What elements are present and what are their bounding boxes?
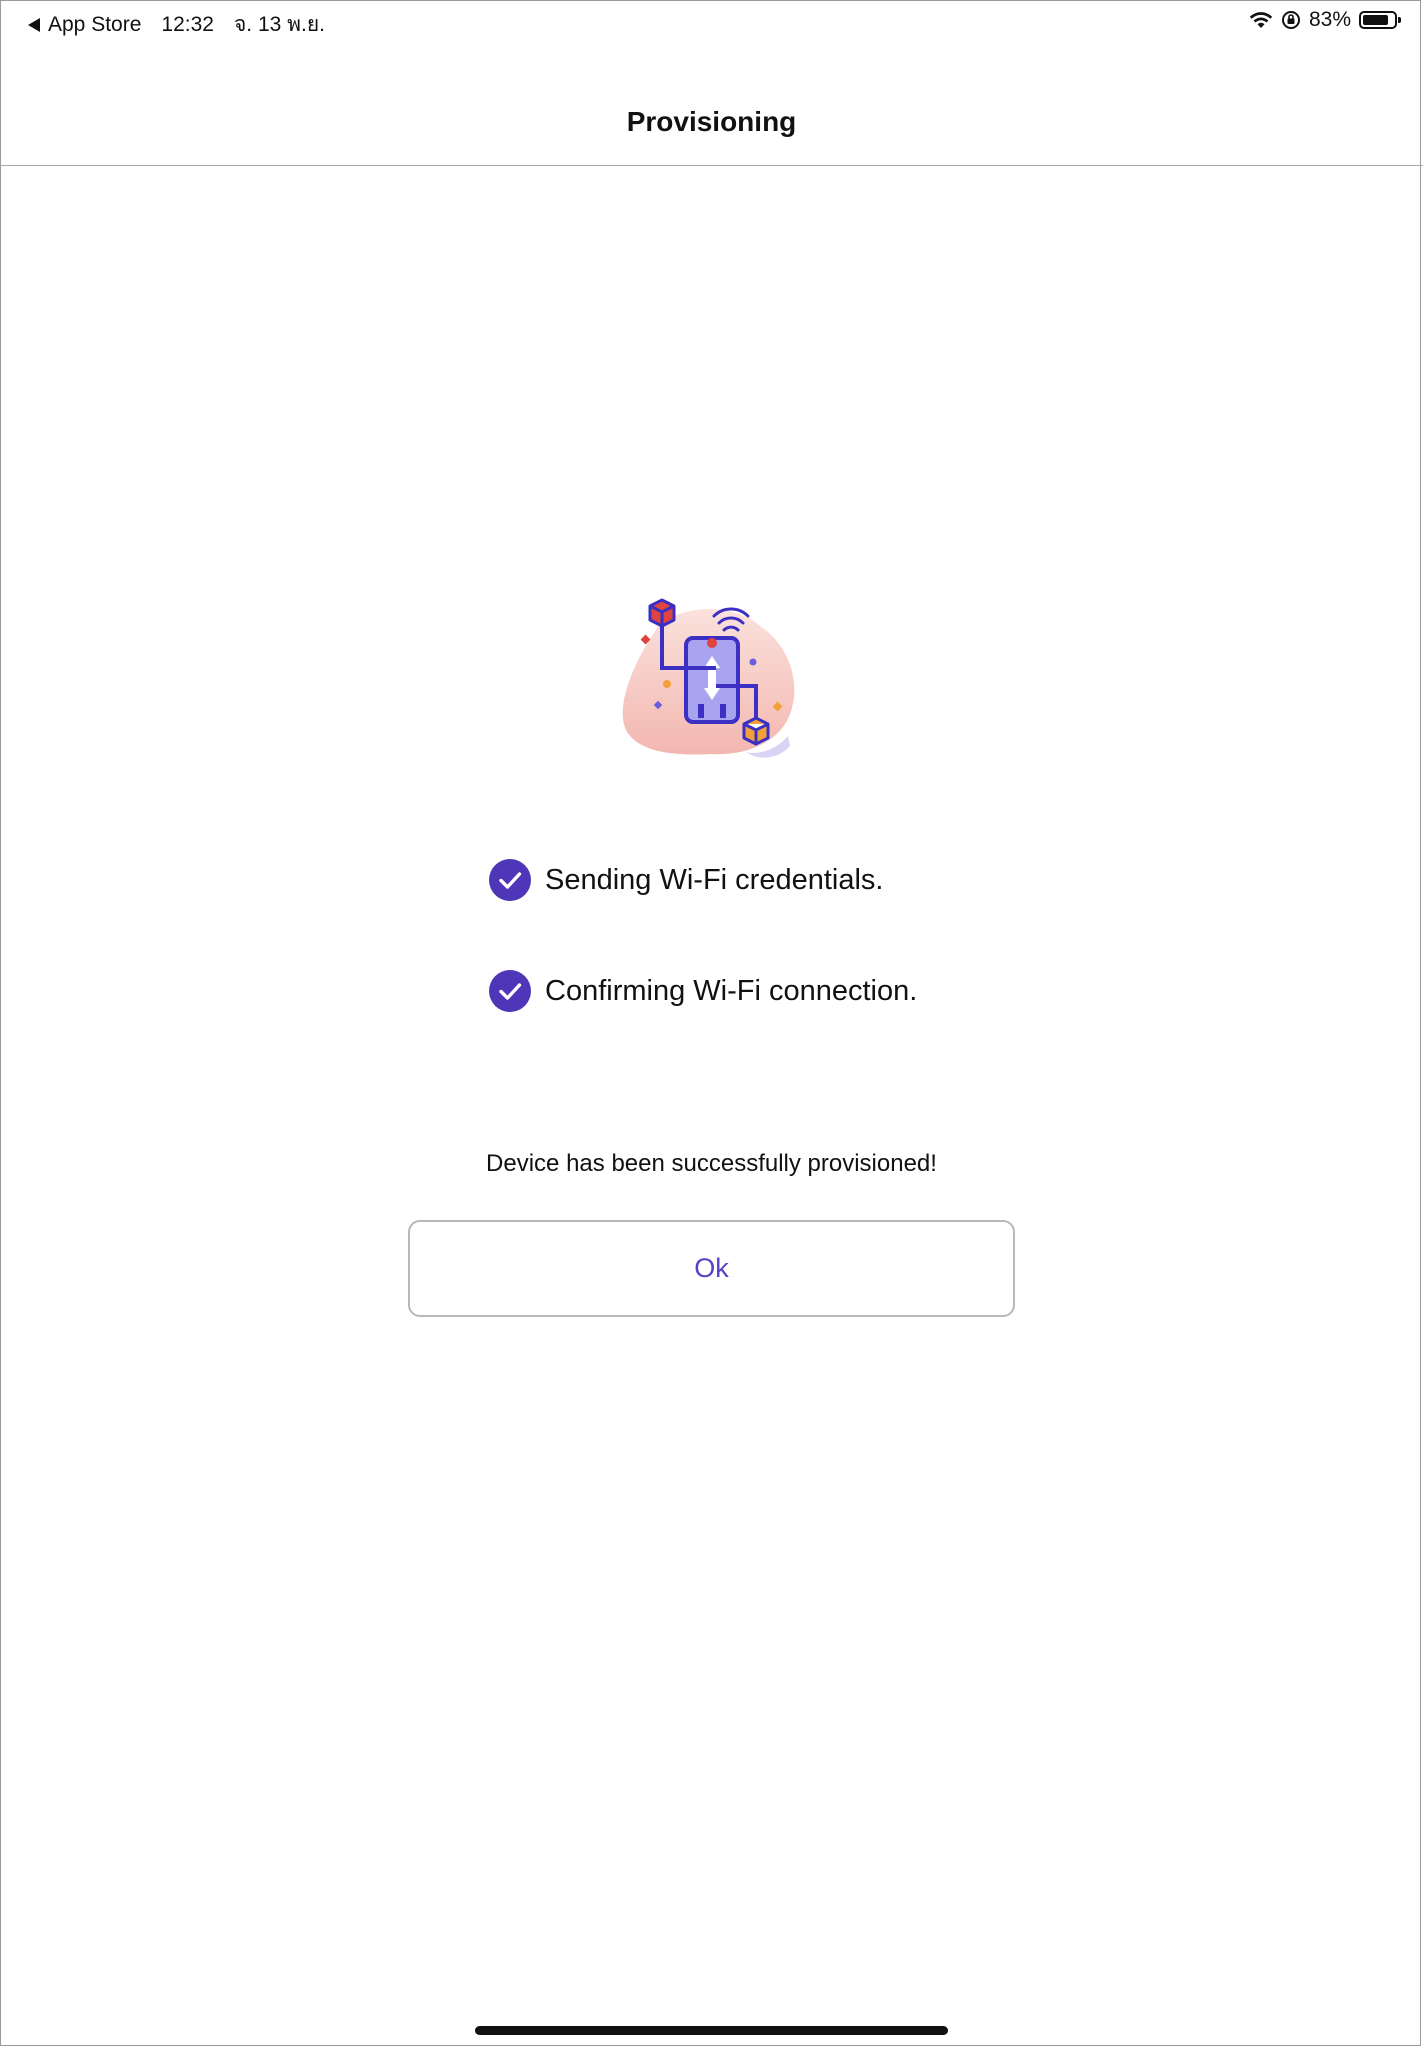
back-app-label: App Store — [48, 12, 142, 36]
check-circle-icon — [489, 970, 531, 1012]
step-label: Confirming Wi-Fi connection. — [545, 974, 918, 1007]
ok-button[interactable]: Ok — [408, 1220, 1015, 1317]
battery-percent: 83% — [1308, 8, 1351, 31]
provisioning-steps: Sending Wi-Fi credentials. Confirming Wi… — [489, 858, 917, 1080]
back-caret-icon — [28, 17, 40, 32]
battery-icon — [1359, 11, 1401, 29]
orientation-lock-icon — [1281, 10, 1301, 29]
success-message: Device has been successfully provisioned… — [486, 1150, 937, 1177]
status-time: 12:32 — [161, 12, 214, 36]
battery-level-fill — [1363, 15, 1388, 25]
status-date: จ. 13 พ.ย. — [233, 13, 325, 36]
step-confirm-connection: Confirming Wi-Fi connection. — [489, 969, 917, 1013]
page-title: Provisioning — [626, 106, 797, 137]
home-indicator[interactable] — [475, 2026, 948, 2035]
step-send-credentials: Sending Wi-Fi credentials. — [489, 858, 917, 902]
wifi-icon — [1249, 12, 1273, 28]
status-bar: App Store 12:32 จ. 13 พ.ย. 83% — [0, 0, 1423, 44]
check-circle-icon — [489, 859, 531, 901]
device-provisioning-illustration — [622, 598, 795, 758]
back-to-app-store[interactable]: App Store 12:32 จ. 13 พ.ย. — [28, 8, 325, 41]
step-label: Sending Wi-Fi credentials. — [545, 863, 884, 896]
status-indicators: 83% — [1241, 8, 1401, 32]
